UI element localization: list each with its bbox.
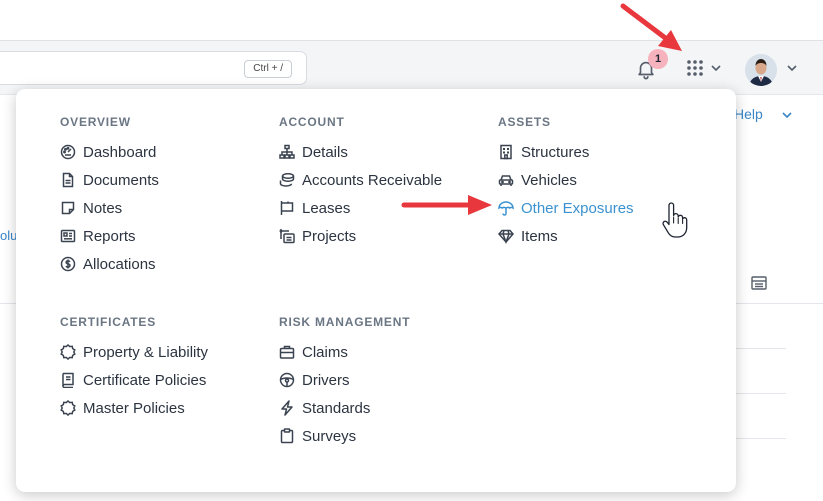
help-link[interactable]: Help	[734, 106, 763, 122]
lease-icon	[280, 201, 294, 215]
menu-section-certificates: CERTIFICATES Property & Liability Certif…	[60, 314, 270, 422]
report-icon	[60, 229, 76, 243]
menu-item-certificate-policies[interactable]: Certificate Policies	[60, 366, 270, 394]
menu-item-label: Accounts Receivable	[302, 171, 443, 189]
search-input[interactable]: Ctrl + /	[0, 51, 307, 85]
divider	[736, 438, 786, 439]
section-title: CERTIFICATES	[60, 315, 157, 329]
menu-item-property-liability[interactable]: Property & Liability	[60, 338, 270, 366]
avatar[interactable]	[745, 54, 777, 86]
menu-item-claims[interactable]: Claims	[279, 338, 489, 366]
calendar-icon[interactable]	[751, 276, 767, 290]
menu-item-drivers[interactable]: Drivers	[279, 366, 489, 394]
menu-item-standards[interactable]: Standards	[279, 394, 489, 422]
menu-item-label: Property & Liability	[83, 343, 209, 361]
app-grid-icon[interactable]	[686, 59, 704, 77]
menu-item-label: Certificate Policies	[83, 371, 207, 389]
menu-item-structures[interactable]: Structures	[498, 138, 708, 166]
menu-item-label: Surveys	[302, 427, 357, 445]
menu-item-label: Notes	[83, 199, 123, 217]
building-icon	[500, 144, 512, 160]
browser-top-area	[0, 0, 823, 40]
menu-item-dashboard[interactable]: Dashboard	[60, 138, 270, 166]
document-icon	[62, 172, 74, 188]
umbrella-icon	[498, 201, 514, 216]
menu-item-label: Details	[302, 143, 348, 161]
divider	[736, 393, 786, 394]
search-shortcut-hint: Ctrl + /	[244, 60, 292, 78]
menu-section-overview: OVERVIEW Dashboard Documents Notes Repor…	[60, 114, 270, 278]
menu-item-vehicles[interactable]: Vehicles	[498, 166, 708, 194]
menu-item-label: Claims	[302, 343, 348, 361]
menu-item-label: Other Exposures	[521, 199, 634, 217]
dollar-icon	[60, 256, 76, 272]
menu-item-label: Master Policies	[83, 399, 185, 417]
section-title: OVERVIEW	[60, 115, 131, 129]
menu-item-label: Drivers	[302, 371, 350, 389]
section-title: ASSETS	[498, 115, 551, 129]
menu-item-label: Standards	[302, 399, 371, 417]
menu-item-details[interactable]: Details	[279, 138, 489, 166]
certificate-icon	[60, 400, 76, 416]
chevron-down-icon[interactable]	[710, 62, 722, 74]
menu-item-notes[interactable]: Notes	[60, 194, 270, 222]
menu-item-label: Leases	[302, 199, 351, 217]
note-icon	[61, 201, 75, 215]
notification-badge[interactable]: 1	[648, 49, 668, 69]
menu-item-label: Dashboard	[83, 143, 157, 161]
menu-item-surveys[interactable]: Surveys	[279, 422, 489, 450]
page-background	[737, 96, 823, 501]
menu-item-label: Documents	[83, 171, 159, 189]
app-menu-dropdown: OVERVIEW Dashboard Documents Notes Repor…	[16, 89, 736, 492]
section-title: ACCOUNT	[279, 115, 345, 129]
policy-book-icon	[62, 372, 74, 388]
menu-item-label: Items	[521, 227, 558, 245]
menu-section-account: ACCOUNT Details Accounts Receivable Leas…	[279, 114, 489, 250]
menu-item-projects[interactable]: Projects	[279, 222, 489, 250]
diamond-icon	[498, 229, 514, 244]
menu-section-risk-management: RISK MANAGEMENT Claims Drivers Standards…	[279, 314, 489, 450]
menu-item-accounts-receivable[interactable]: Accounts Receivable	[279, 166, 489, 194]
chevron-down-icon[interactable]	[786, 62, 798, 74]
menu-item-label: Vehicles	[521, 171, 577, 189]
steering-wheel-icon	[279, 372, 295, 388]
hand-cursor-icon	[662, 202, 688, 238]
sitemap-icon	[279, 144, 295, 159]
coins-icon	[279, 173, 295, 187]
briefcase-icon	[279, 345, 295, 359]
menu-item-label: Reports	[83, 227, 136, 245]
menu-item-documents[interactable]: Documents	[60, 166, 270, 194]
menu-item-label: Allocations	[83, 255, 156, 273]
clipboard-icon	[280, 428, 294, 444]
section-title: RISK MANAGEMENT	[279, 315, 411, 329]
menu-item-allocations[interactable]: Allocations	[60, 250, 270, 278]
projects-icon	[279, 229, 295, 244]
menu-item-master-policies[interactable]: Master Policies	[60, 394, 270, 422]
menu-item-leases[interactable]: Leases	[279, 194, 489, 222]
menu-item-label: Structures	[521, 143, 590, 161]
background-link-text: olu	[0, 228, 18, 243]
menu-item-label: Projects	[302, 227, 357, 245]
bolt-icon	[281, 400, 293, 416]
divider	[736, 348, 786, 349]
certificate-icon	[60, 344, 76, 360]
car-icon	[498, 175, 514, 186]
menu-item-reports[interactable]: Reports	[60, 222, 270, 250]
dashboard-icon	[60, 144, 76, 160]
chevron-down-icon[interactable]	[781, 109, 793, 121]
